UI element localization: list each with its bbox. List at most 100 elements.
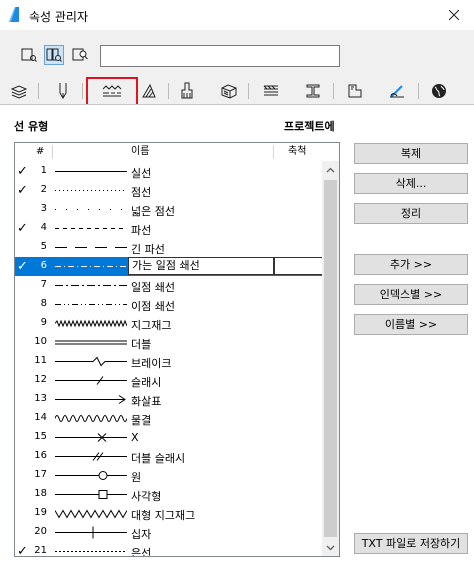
tab-surfaces[interactable] [172, 79, 202, 103]
table-row[interactable]: 5 긴 파선 [15, 238, 323, 257]
purge-button[interactable]: 정리 [354, 203, 468, 224]
tab-layers[interactable] [4, 79, 34, 103]
scroll-down-button[interactable] [322, 539, 339, 556]
scroll-up-button[interactable] [322, 161, 339, 178]
table-row[interactable]: ✓ 4 파선 [15, 219, 323, 238]
row-name: 슬래시 [131, 376, 162, 389]
search-input[interactable] [100, 45, 340, 67]
table-row[interactable]: 13 화살표 [15, 390, 323, 409]
row-name: 십자 [131, 528, 152, 541]
line-sample-arrow [55, 395, 126, 404]
tab-building-materials[interactable] [214, 79, 244, 103]
line-sample-square [55, 490, 127, 499]
pen-icon [59, 83, 67, 99]
row-number: 1 [40, 165, 47, 176]
surface-icon [181, 82, 193, 99]
save-txt-button[interactable]: TXT 파일로 저장하기 [354, 533, 468, 554]
row-number: 7 [40, 279, 47, 290]
row-number: 6 [40, 260, 47, 271]
fill-icon [142, 83, 156, 98]
profile-icon [306, 84, 320, 98]
line-sample-solid [55, 171, 127, 172]
vertical-scrollbar[interactable] [322, 161, 339, 556]
category-tabs [0, 79, 474, 103]
duplicate-button[interactable]: 복제 [354, 143, 468, 164]
line-sample-x [55, 433, 127, 442]
table-row[interactable]: 11 브레이크 [15, 352, 323, 371]
row-name: 물결 [131, 414, 152, 427]
line-sample-wide-dotted [55, 209, 127, 210]
table-row[interactable]: 8 이점 쇄선 [15, 295, 323, 314]
window-title: 속성 관리자 [29, 10, 89, 24]
tab-markup-styles[interactable] [424, 79, 454, 103]
row-name: 지그재그 [131, 319, 172, 332]
row-name: 브레이크 [131, 357, 172, 370]
tab-composites[interactable] [256, 79, 286, 103]
table-row[interactable]: 9 지그재그 [15, 314, 323, 333]
composite-icon [263, 85, 278, 96]
name-edit-field[interactable]: 가는 일점 쇄선 [128, 257, 274, 275]
table-row[interactable]: ✓ 6 가는 일점 쇄선 [15, 257, 324, 276]
delete-button[interactable]: 삭제... [354, 173, 468, 194]
archicad-icon [9, 7, 19, 22]
tab-pens[interactable] [48, 79, 78, 103]
tab-fills[interactable] [134, 79, 164, 103]
table-row[interactable]: 18 사각형 [15, 485, 323, 504]
col-scale[interactable]: 축척 [288, 143, 306, 161]
table-row[interactable]: 14 물결 [15, 409, 323, 428]
table-row[interactable]: 3 넓은 점선 [15, 200, 323, 219]
row-name: 원 [131, 471, 142, 484]
table-row[interactable]: 17 원 [15, 466, 323, 485]
view-list-button[interactable] [19, 45, 39, 65]
row-number: 2 [40, 184, 47, 195]
tab-markup[interactable] [382, 79, 412, 103]
row-name: 은선 [131, 547, 152, 557]
row-name: 실선 [131, 167, 152, 180]
row-name: X [131, 431, 139, 444]
line-sample [55, 200, 127, 219]
table-row[interactable]: 12 슬래시 [15, 371, 323, 390]
row-number: 13 [34, 393, 47, 404]
scale-edit-field[interactable] [274, 257, 324, 275]
table-row[interactable]: ✓ 2 점선 [15, 181, 323, 200]
row-number: 14 [34, 412, 47, 423]
table-row[interactable]: 15 X [15, 428, 323, 447]
row-number: 12 [34, 374, 47, 385]
tab-profiles[interactable] [298, 79, 328, 103]
line-sample-double [55, 340, 127, 345]
row-name: 화살표 [131, 395, 162, 408]
line-sample-slash [55, 376, 127, 385]
row-name: 더블 슬래시 [131, 452, 186, 465]
by-index-button[interactable]: 인덱스별 >> [354, 284, 468, 305]
scroll-thumb[interactable] [324, 180, 337, 537]
table-row[interactable]: ✓ 1 실선 [15, 162, 323, 181]
col-name[interactable]: 이름 [131, 143, 149, 161]
line-sample-break [55, 356, 127, 367]
row-name: 넓은 점선 [131, 205, 175, 218]
add-button[interactable]: 추가 >> [354, 254, 468, 275]
checkmark-icon: ✓ [17, 164, 28, 179]
table-row[interactable]: 20 십자 [15, 523, 323, 542]
tab-zones[interactable] [340, 79, 370, 103]
row-number: 8 [40, 298, 47, 309]
row-name: 더블 [131, 338, 152, 351]
table-row[interactable]: 7 일점 쇄선 [15, 276, 323, 295]
row-name: 점선 [131, 186, 152, 199]
view-search-button[interactable] [70, 45, 90, 65]
row-number: 17 [34, 469, 47, 480]
row-number: 18 [34, 488, 47, 499]
close-button[interactable] [434, 0, 474, 30]
col-num[interactable]: # [36, 143, 44, 161]
table-row[interactable]: ✓ 21 은선 [15, 542, 323, 557]
selected-tab-highlight [86, 77, 138, 106]
view-grid-button[interactable] [44, 45, 64, 65]
table-row[interactable]: 19 대형 지그재그 [15, 504, 323, 523]
row-name: 대형 지그재그 [131, 509, 196, 522]
line-sample-big-zigzag [54, 509, 128, 519]
layers-icon [10, 85, 28, 99]
line-sample-dash-dot [55, 285, 127, 286]
line-sample-wave [54, 415, 128, 422]
table-row[interactable]: 16 더블 슬래시 [15, 447, 323, 466]
by-name-button[interactable]: 이름별 >> [354, 314, 468, 335]
table-row[interactable]: 10 더블 [15, 333, 323, 352]
